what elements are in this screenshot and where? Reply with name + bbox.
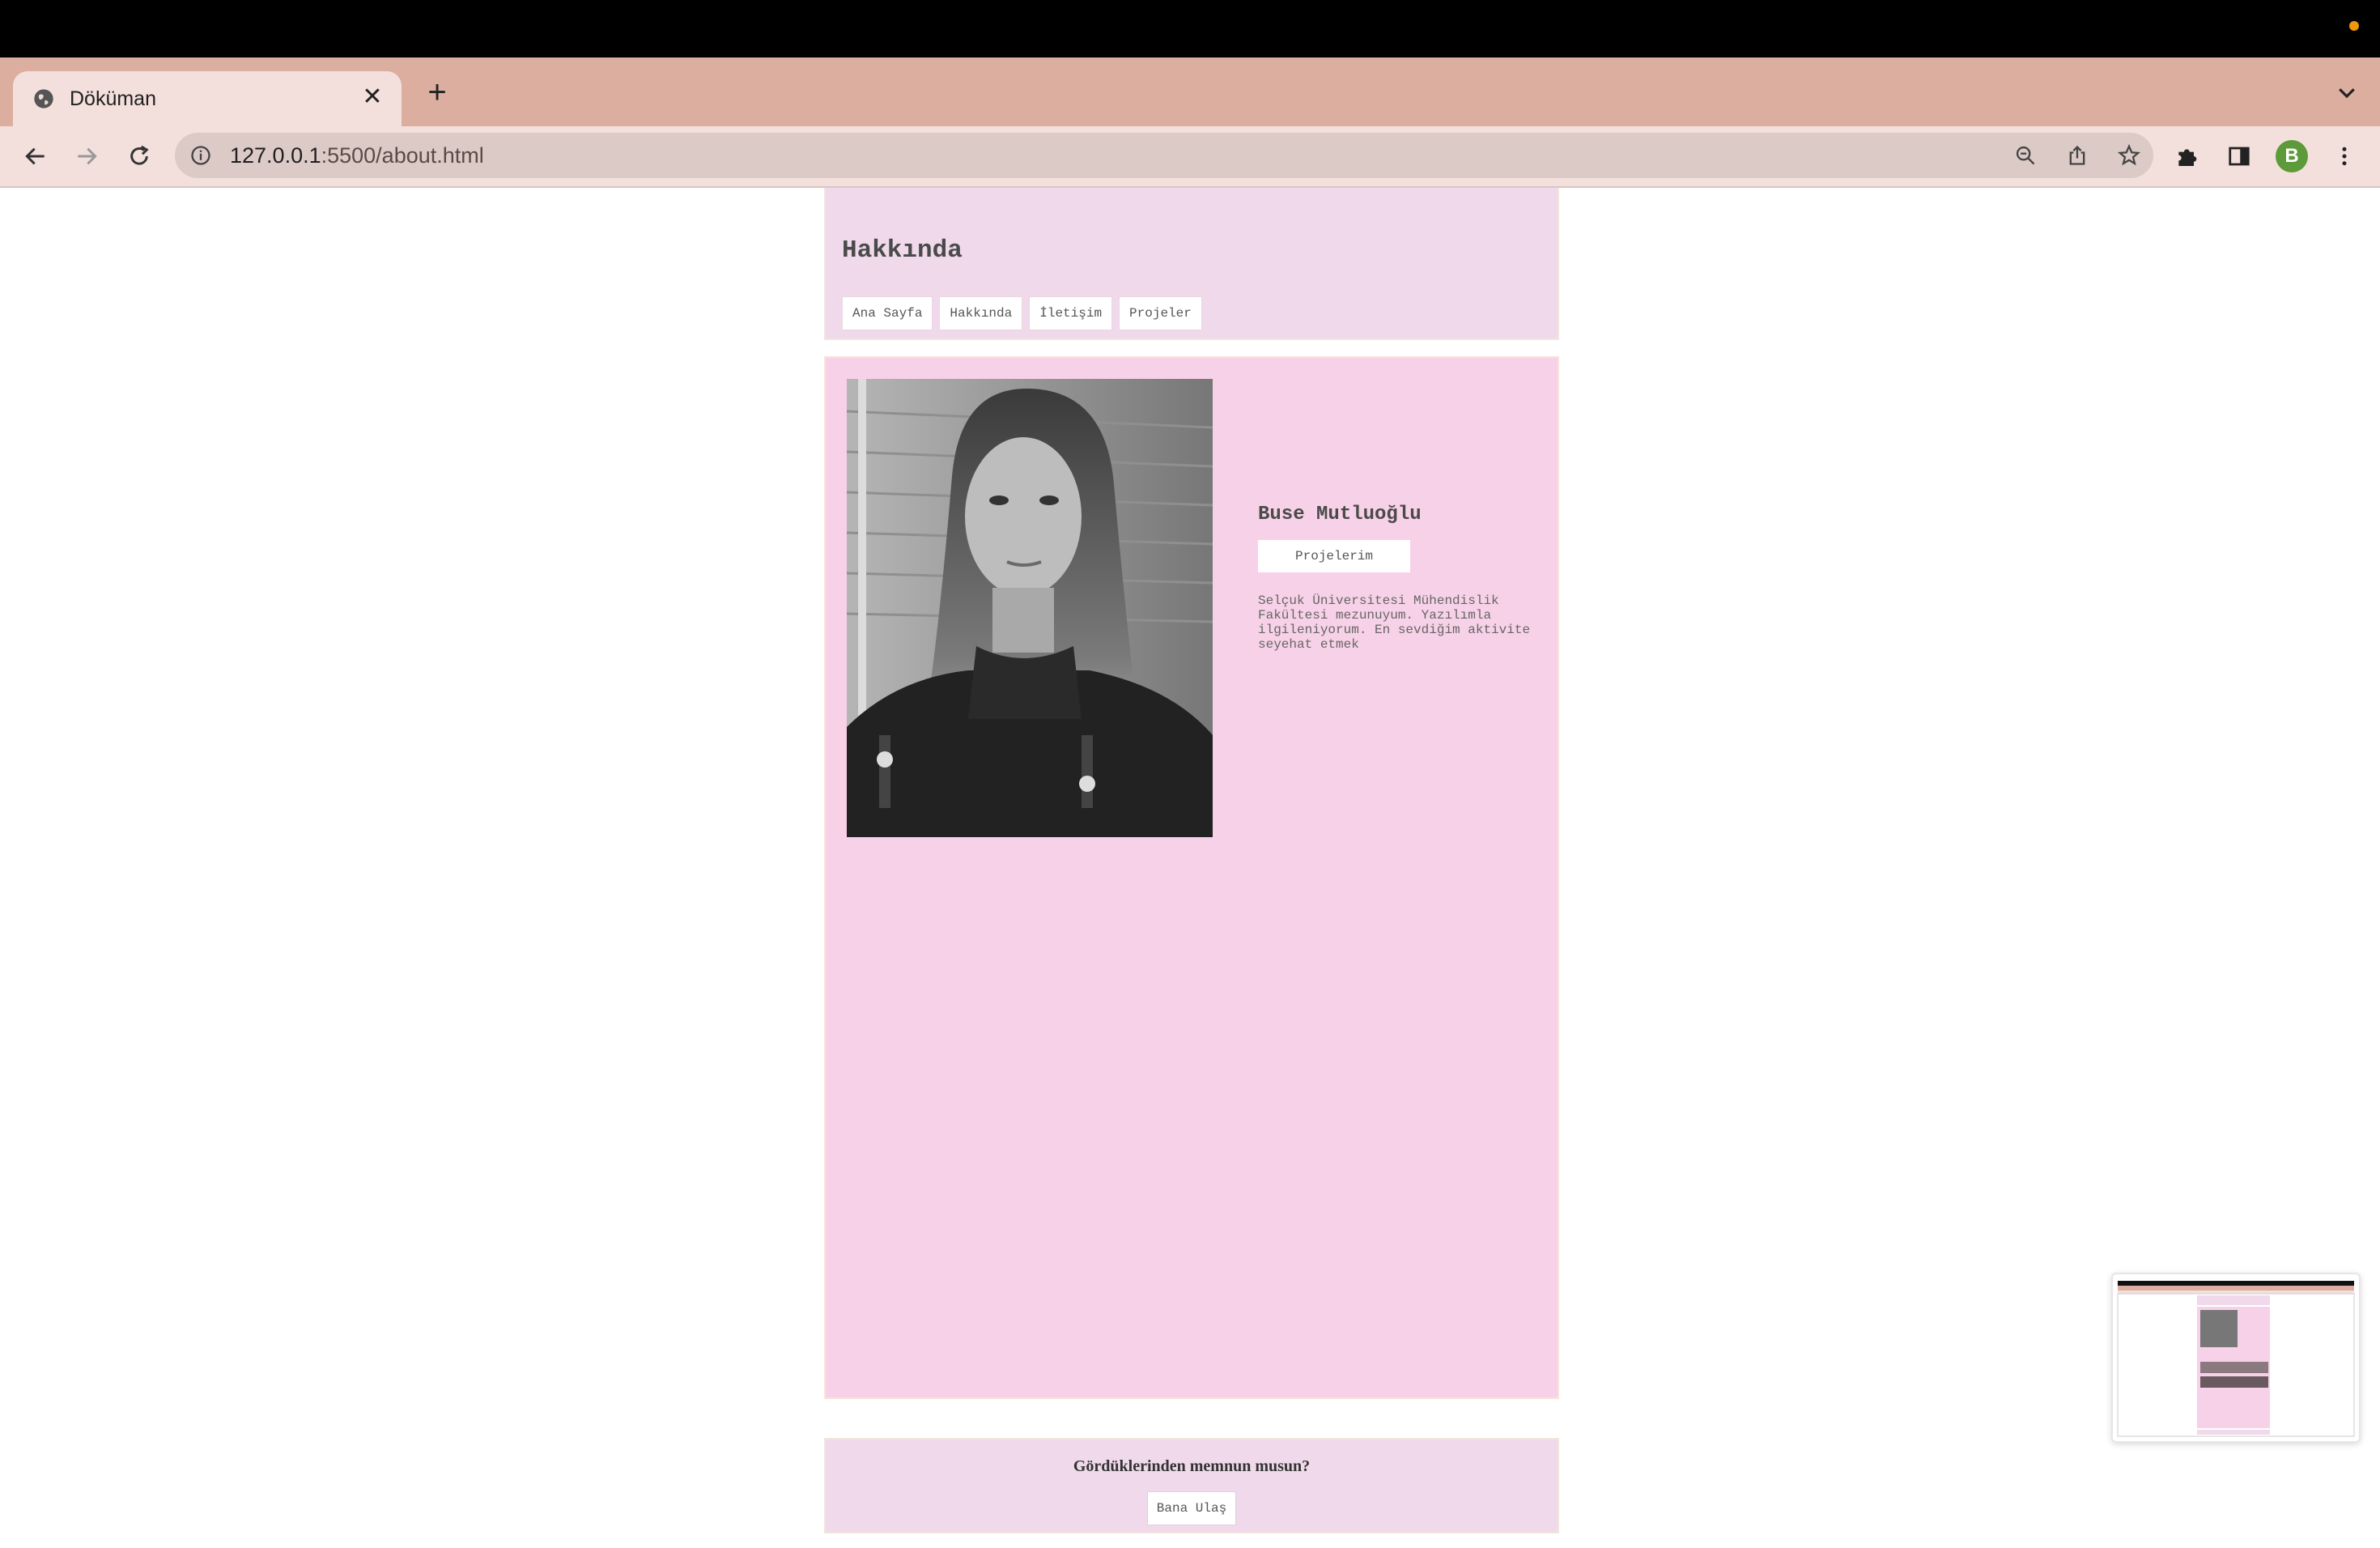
projects-button[interactable]: Projelerim xyxy=(1258,540,1410,572)
forward-icon[interactable] xyxy=(67,137,106,176)
about-section: Buse Mutluoğlu Projelerim Selçuk Ünivers… xyxy=(824,356,1559,1399)
site-nav: Ana Sayfa Hakkında İletişim Projeler xyxy=(842,296,1202,330)
nav-link-about[interactable]: Hakkında xyxy=(939,296,1023,330)
browser-toolbar: 127.0.0.1:5500/about.html B xyxy=(0,126,2380,188)
info-icon[interactable] xyxy=(189,144,212,167)
share-icon[interactable] xyxy=(2064,142,2090,168)
side-panel-icon[interactable] xyxy=(2223,140,2255,172)
page-title: Hakkında xyxy=(842,236,963,265)
globe-icon xyxy=(34,89,53,108)
profile-bio: Selçuk Üniversitesi Mühendislik Fakültes… xyxy=(1258,593,1531,652)
site-footer: Gördüklerinden memnun musun? Bana Ulaş xyxy=(824,1438,1559,1533)
bookmark-star-icon[interactable] xyxy=(2116,142,2142,168)
address-bar[interactable]: 127.0.0.1:5500/about.html xyxy=(175,133,2153,178)
url-path: :5500/about.html xyxy=(321,143,484,168)
reload-icon[interactable] xyxy=(120,137,159,176)
site-header: Hakkında Ana Sayfa Hakkında İletişim Pro… xyxy=(824,188,1559,340)
nav-link-home[interactable]: Ana Sayfa xyxy=(842,296,933,330)
screenshot-thumbnail[interactable] xyxy=(2111,1273,2361,1443)
url-host: 127.0.0.1 xyxy=(230,143,321,168)
browser-tab[interactable]: Döküman ✕ xyxy=(13,71,402,126)
tab-title: Döküman xyxy=(70,87,156,110)
nav-link-contact[interactable]: İletişim xyxy=(1029,296,1113,330)
url-text[interactable]: 127.0.0.1:5500/about.html xyxy=(230,141,484,170)
os-menu-bar xyxy=(0,0,2380,57)
new-tab-icon[interactable]: + xyxy=(418,74,457,113)
close-tab-icon[interactable]: ✕ xyxy=(358,83,387,112)
recording-indicator-icon xyxy=(2349,21,2359,31)
extensions-puzzle-icon[interactable] xyxy=(2171,140,2204,172)
profile-info: Buse Mutluoğlu Projelerim Selçuk Ünivers… xyxy=(1258,504,1533,652)
profile-photo xyxy=(847,379,1213,837)
contact-button[interactable]: Bana Ulaş xyxy=(1147,1491,1236,1525)
nav-link-projects[interactable]: Projeler xyxy=(1119,296,1202,330)
footer-question: Gördüklerinden memnun musun? xyxy=(1073,1457,1311,1475)
page-viewport: Hakkında Ana Sayfa Hakkında İletişim Pro… xyxy=(0,188,2380,1548)
more-menu-icon[interactable] xyxy=(2328,140,2361,172)
back-icon[interactable] xyxy=(16,137,55,176)
tab-strip: Döküman ✕ + xyxy=(0,57,2380,126)
chevron-down-icon[interactable] xyxy=(2335,80,2359,104)
zoom-out-icon[interactable] xyxy=(2012,142,2038,168)
profile-avatar[interactable]: B xyxy=(2276,140,2308,172)
profile-name: Buse Mutluoğlu xyxy=(1258,504,1422,525)
